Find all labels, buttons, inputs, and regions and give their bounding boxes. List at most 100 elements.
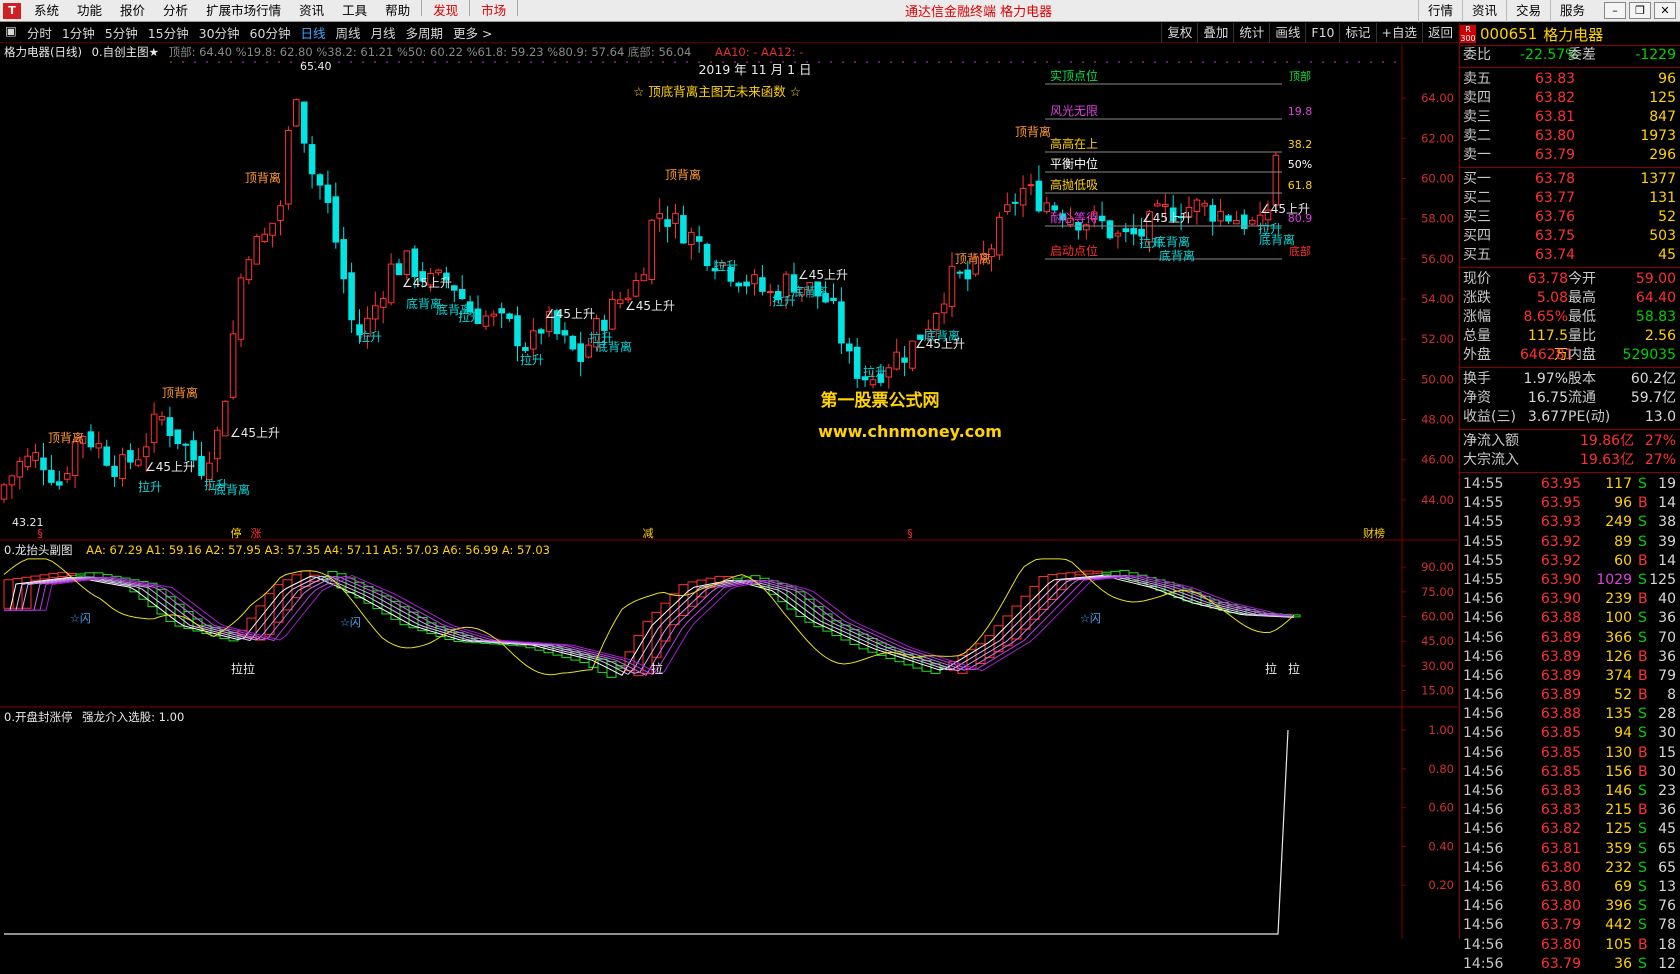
y-tick-label: 64.00 — [1421, 91, 1454, 105]
toolbar-button[interactable]: 画线 — [1269, 23, 1305, 43]
period-tab[interactable]: 15分钟 — [143, 23, 194, 42]
y-tick-label: 58.00 — [1421, 212, 1454, 226]
quote-stat-row: 总量 117.5万 量比 2.56 — [1463, 328, 1676, 363]
pull-label: 拉升 — [589, 330, 613, 345]
level-right-label: 顶部 — [1289, 69, 1311, 83]
menu-right-item[interactable]: 资讯 — [1461, 0, 1506, 22]
candle-body — [387, 263, 395, 304]
y-tick-label: 44.00 — [1421, 493, 1454, 507]
toolbar-button[interactable]: F10 — [1305, 23, 1339, 43]
menu-right-item[interactable]: 行情 — [1417, 0, 1462, 22]
candle-body — [1043, 202, 1051, 213]
menu-item[interactable]: 帮助 — [376, 0, 419, 22]
chart-note: ☆ 顶底背离主图无未来函数 ☆ — [633, 84, 801, 99]
tick-row: 14:56 63.89 374 B 79 — [1463, 667, 1676, 684]
event-marker: 涨 — [251, 527, 262, 540]
menu-right-item[interactable]: 交易 — [1505, 0, 1550, 22]
menu-item[interactable]: 系统 — [25, 0, 68, 22]
period-tab[interactable]: 月线 — [365, 23, 400, 42]
sub1-y-tick: 45.00 — [1421, 634, 1454, 648]
rise45-label: ∠45上升 — [1260, 202, 1310, 216]
menu-item-red[interactable]: 市场 — [472, 0, 515, 22]
pull-label: 拉升 — [358, 329, 382, 344]
menu-item[interactable]: 资讯 — [290, 0, 333, 22]
tick-row: 14:56 63.85 156 B 30 — [1463, 763, 1676, 780]
candle-body — [403, 250, 411, 275]
buy-level: 买五 63.74 45 — [1463, 247, 1676, 263]
tick-row: 14:55 63.95 96 B 14 — [1463, 495, 1676, 512]
level-label: 高高在上 — [1050, 136, 1098, 151]
board-badge: R 300 — [1460, 25, 1476, 43]
toolbar-button[interactable]: 返回 — [1421, 23, 1458, 43]
tick-row: 14:56 63.80 69 S 13 — [1463, 878, 1676, 895]
period-tab[interactable]: 更多 > — [448, 23, 497, 42]
osc-step-box — [1083, 570, 1094, 575]
quote-stat-row: 涨跌 5.08 最高 64.40 — [1463, 290, 1676, 306]
toolbar-button[interactable]: 统计 — [1233, 23, 1269, 43]
quote-stat-row: 现价 63.78 今开 59.00 — [1463, 271, 1676, 287]
candle-body — [830, 297, 837, 301]
candle-body — [8, 475, 16, 486]
buy-level: 买四 63.75 503 — [1463, 228, 1676, 244]
tick-row: 14:56 63.81 359 S 65 — [1463, 840, 1676, 857]
toolbar-button[interactable]: 叠加 — [1197, 23, 1233, 43]
period-tab[interactable]: 周线 — [330, 23, 365, 42]
candle-body — [956, 271, 964, 274]
chart-area[interactable]: 64.00 62.00 60.00 58.00 56.00 54.00 52.00 50.00… — [0, 44, 1458, 939]
menu-divider — [469, 0, 471, 16]
menu-item[interactable]: 报价 — [111, 0, 154, 22]
restore-icon[interactable]: ❐ — [1629, 2, 1651, 19]
tick-row: 14:56 63.89 366 S 70 — [1463, 629, 1676, 646]
menu-item[interactable]: 扩展市场行情 — [197, 0, 290, 22]
tick-row: 14:56 63.80 232 S 65 — [1463, 859, 1676, 876]
candle-body — [1035, 180, 1043, 212]
candle-body — [743, 281, 750, 287]
toolbar-button[interactable]: 复权 — [1161, 23, 1197, 43]
tick-list[interactable]: 14:55 63.95 117 S 19 14:55 63.95 96 B 14 14:55 63.9… — [1460, 475, 1680, 974]
menu-divider — [421, 0, 423, 16]
candle-body — [285, 130, 292, 205]
period-tab[interactable]: 5分钟 — [100, 23, 143, 42]
flash-label: ☆闪 — [1080, 611, 1101, 625]
level-label: 实顶点位 — [1050, 68, 1098, 83]
period-tab[interactable]: 多周期 — [401, 23, 449, 42]
pull-label: 拉升 — [714, 258, 738, 273]
toolbar-button[interactable]: 标记 — [1339, 23, 1375, 43]
tick-row: 14:55 63.93 249 S 38 — [1463, 514, 1676, 531]
period-tab[interactable]: 日线 — [295, 23, 330, 42]
period-tab[interactable]: 1分钟 — [57, 23, 100, 42]
menu-divider — [517, 0, 519, 16]
period-tab[interactable]: 60分钟 — [245, 23, 296, 42]
period-tab[interactable]: 分时 — [22, 23, 57, 42]
layout-icon[interactable]: ▣ — [0, 23, 22, 42]
menu-item[interactable]: 功能 — [68, 0, 111, 22]
y-tick-label: 54.00 — [1421, 292, 1454, 306]
candle-body — [1209, 205, 1217, 222]
period-tab[interactable]: 30分钟 — [194, 23, 245, 42]
candle-body — [308, 144, 316, 175]
candle-body — [577, 343, 585, 362]
tick-row: 14:56 63.79 442 S 78 — [1463, 917, 1676, 934]
menu-item-red[interactable]: 发现 — [424, 0, 467, 22]
candle-body — [190, 440, 197, 461]
sub1-y-tick: 15.00 — [1421, 683, 1454, 697]
candle-body — [221, 400, 229, 437]
menu-item[interactable]: 分析 — [154, 0, 197, 22]
menu-item[interactable]: 工具 — [333, 0, 376, 22]
candle-body — [585, 344, 592, 358]
candle-body — [616, 299, 624, 305]
toolbar-button[interactable]: +自选 — [1375, 23, 1422, 43]
tick-row: 14:56 63.80 396 S 76 — [1463, 898, 1676, 915]
candle-body — [111, 465, 118, 477]
kline-chart[interactable]: 64.00 62.00 60.00 58.00 56.00 54.00 52.00 50.00… — [0, 44, 1458, 939]
minimize-icon[interactable]: – — [1604, 2, 1626, 19]
rise45-label: ∠45上升 — [145, 460, 195, 474]
sub2-y-tick: 0.60 — [1428, 801, 1454, 815]
osc-step-box — [1110, 570, 1121, 577]
close-icon[interactable]: ✕ — [1654, 2, 1676, 19]
candle-body — [609, 298, 616, 330]
candle-body — [940, 303, 948, 314]
event-marker: § — [907, 527, 913, 540]
candle-body — [372, 305, 379, 320]
menu-right-item[interactable]: 服务 — [1549, 0, 1594, 22]
